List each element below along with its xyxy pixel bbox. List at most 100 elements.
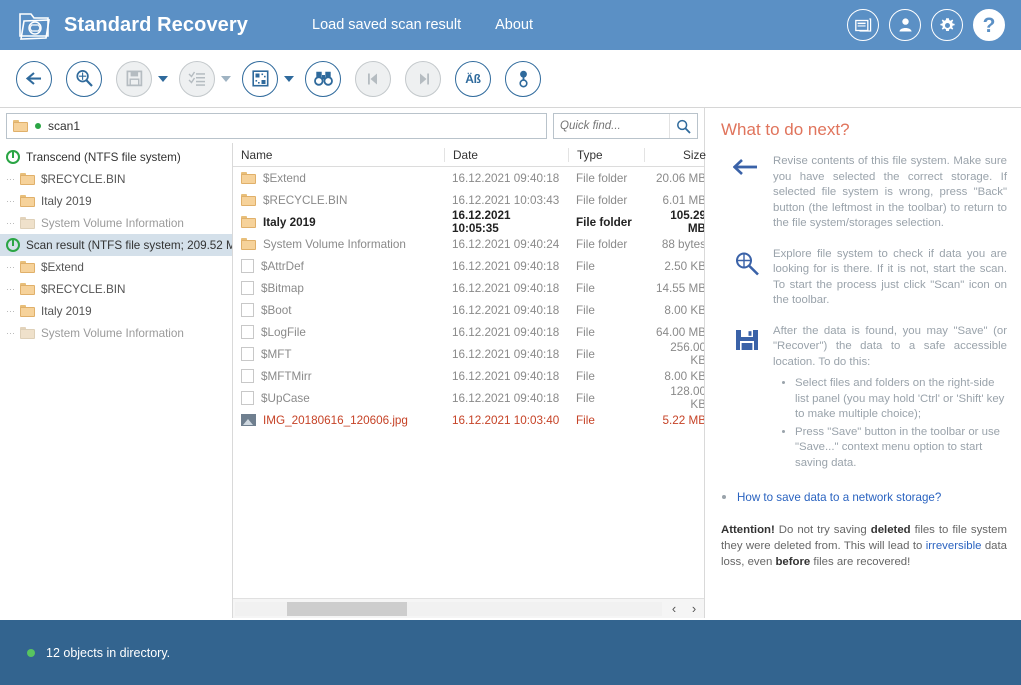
table-row[interactable]: $AttrDef 16.12.2021 09:40:18 File 2.50 KB [233,255,704,277]
cell-size: 128.00 KB [670,385,704,411]
help-step-save-text: After the data is found, you may "Save" … [773,324,1007,368]
horizontal-scrollbar[interactable]: ‹ › [233,598,704,618]
table-row[interactable]: $MFTMirr 16.12.2021 09:40:18 File 8.00 KB [233,365,704,387]
folder-icon [13,120,28,132]
tree-item[interactable]: ⋯ $RECYCLE.BIN [0,168,232,190]
tree-item[interactable]: ⋯ System Volume Information [0,322,232,344]
cell-name: $UpCase [233,391,418,405]
list-dropdown-caret[interactable] [221,75,231,82]
tree-item[interactable]: ⋯ System Volume Information [0,212,232,234]
tree-expander[interactable]: ⋯ [6,262,20,273]
list-button[interactable] [179,60,215,97]
view-dropdown-caret[interactable] [284,75,294,82]
tree-item-label: $RECYCLE.BIN [41,172,126,186]
back-button[interactable] [16,60,52,97]
cell-name: $AttrDef [233,259,418,273]
attention-label: Attention! [721,524,775,536]
status-button[interactable] [505,60,541,97]
tree-item[interactable]: ⋯ Italy 2019 [0,190,232,212]
cell-date: 16.12.2021 09:40:18 [452,325,560,339]
tree-expander[interactable]: ⋯ [6,284,20,295]
tree-item[interactable]: Scan result (NTFS file system; 209.52 MB [0,234,232,256]
file-list-body: $Extend 16.12.2021 09:40:18 File folder 20.… [233,167,704,598]
search-input[interactable] [554,119,669,133]
status-indicator-dot [27,648,35,657]
cell-date: 16.12.2021 09:40:18 [452,171,560,185]
path-value: scan1 [48,119,81,133]
windows-icon[interactable] [847,9,879,41]
cell-size: 88 bytes [661,237,704,251]
table-row[interactable]: $UpCase 16.12.2021 09:40:18 File 128.00 KB [233,385,704,411]
column-header-name[interactable]: Name [233,148,418,162]
scroll-left-button[interactable]: ‹ [664,601,684,617]
tree-item[interactable]: ⋯ Italy 2019 [0,300,232,322]
folder-icon [241,238,256,250]
file-name: $MFTMirr [261,369,312,383]
app-title: Standard Recovery [64,13,248,36]
view-button[interactable] [242,60,278,97]
browser-pane: scan1 Transcend (NTFS file system) ⋯ $RECY… [0,108,706,618]
prev-button[interactable] [355,60,391,97]
encoding-button[interactable]: Äß [455,60,491,97]
tree-expander[interactable]: ⋯ [6,218,20,229]
file-name: IMG_20180616_120606.jpg [263,413,408,427]
tree-expander[interactable]: ⋯ [6,174,20,185]
save-dropdown-caret[interactable] [158,75,168,82]
table-row[interactable]: $RECYCLE.BIN 16.12.2021 10:03:43 File fold… [233,189,704,211]
disk-icon [6,150,20,164]
file-list-header: Name Date Type Size [233,143,706,167]
path-bar[interactable]: scan1 [6,113,547,139]
save-button[interactable] [116,60,152,97]
search-icon[interactable] [669,114,696,138]
tree-item[interactable]: ⋯ $Extend [0,256,232,278]
folder-icon [20,305,35,317]
file-icon [241,325,254,339]
table-row[interactable]: IMG_20180616_120606.jpg 16.12.2021 10:03:… [233,409,704,431]
scrollbar-track[interactable] [235,601,662,616]
tree-expander[interactable]: ⋯ [6,328,20,339]
table-row[interactable]: System Volume Information 16.12.2021 09:4… [233,233,704,255]
network-storage-link[interactable]: How to save data to a network storage? [737,491,941,504]
table-row[interactable]: $Bitmap 16.12.2021 09:40:18 File 14.55 MB [233,277,704,299]
help-save-bullet-2: Press "Save" button in the toolbar or us… [795,425,1007,472]
search-box [553,113,698,139]
tree-expander[interactable]: ⋯ [6,306,20,317]
tree-expander[interactable]: ⋯ [6,196,20,207]
nav-load-saved-scan-result[interactable]: Load saved scan result [312,17,461,33]
scrollbar-thumb[interactable] [287,601,407,616]
help-links: How to save data to a network storage? [721,488,1007,506]
cell-name: $Boot [233,303,418,317]
help-save-bullets: Select files and folders on the right-si… [773,376,1007,471]
save-disk-icon [721,324,773,474]
tree-item[interactable]: ⋯ $RECYCLE.BIN [0,278,232,300]
user-icon[interactable] [889,9,921,41]
attention-link-word[interactable]: irreversible [926,540,982,552]
table-row[interactable]: $LogFile 16.12.2021 09:40:18 File 64.00 MB [233,321,704,343]
table-row[interactable]: $Extend 16.12.2021 09:40:18 File folder 20.… [233,167,704,189]
cell-date: 16.12.2021 09:40:18 [452,369,560,383]
scan-button[interactable] [66,60,102,97]
help-pane: What to do next? Revise contents of this… [705,108,1021,618]
column-header-date[interactable]: Date [444,147,568,162]
table-row[interactable]: Italy 2019 16.12.2021 10:05:35 File folder… [233,209,704,235]
tree-item[interactable]: Transcend (NTFS file system) [0,146,232,168]
cell-name: $MFT [233,347,418,361]
file-icon [241,391,254,405]
column-header-type[interactable]: Type [568,147,644,162]
cell-name: IMG_20180616_120606.jpg [233,414,418,427]
table-row[interactable]: $MFT 16.12.2021 09:40:18 File 256.00 KB [233,341,704,367]
column-header-size[interactable]: Size [644,147,714,162]
gear-icon[interactable] [931,9,963,41]
tree-item-label: $RECYCLE.BIN [41,282,126,296]
nav-about[interactable]: About [495,17,533,33]
disk-icon [6,238,20,252]
help-icon[interactable]: ? [973,9,1005,41]
file-name: $Extend [263,171,306,185]
scroll-right-button[interactable]: › [684,601,704,617]
cell-type: File [576,391,595,405]
path-row: scan1 [6,113,698,139]
table-row[interactable]: $Boot 16.12.2021 09:40:18 File 8.00 KB [233,299,704,321]
next-button[interactable] [405,60,441,97]
file-name: $RECYCLE.BIN [263,193,348,207]
find-button[interactable] [305,60,341,97]
